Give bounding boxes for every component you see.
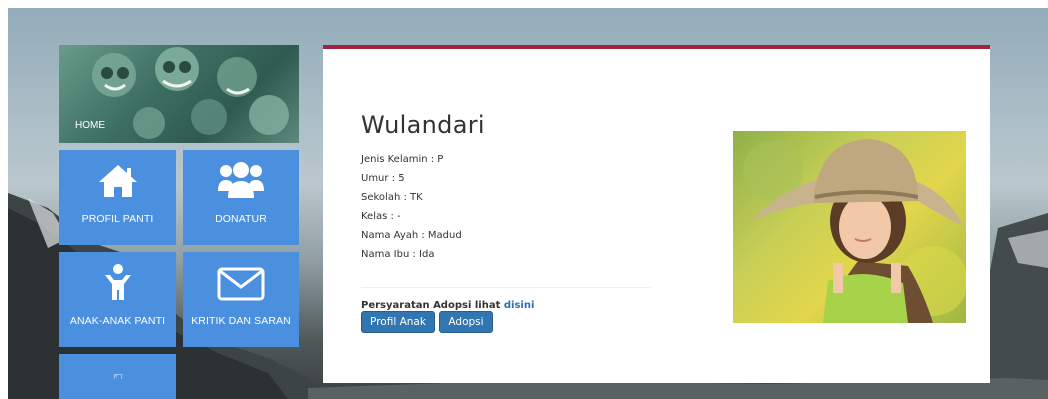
divider	[361, 287, 651, 288]
adopsi-button[interactable]: Adopsi	[439, 311, 493, 333]
adoption-requirements: Persyaratan Adopsi lihat disini	[361, 300, 534, 311]
profil-anak-button[interactable]: Profil Anak	[361, 311, 435, 333]
info-father: Nama Ayah : Madud	[361, 230, 462, 241]
nav-tile-home[interactable]: HOME	[59, 45, 299, 143]
info-mother: Nama Ibu : Ida	[361, 249, 435, 260]
requirements-text: Persyaratan Adopsi lihat	[361, 300, 501, 311]
child-icon	[104, 264, 131, 300]
child-name: Wulandari	[361, 111, 485, 139]
info-age: Umur : 5	[361, 173, 405, 184]
requirements-link[interactable]: disini	[504, 300, 535, 311]
info-class: Kelas : -	[361, 211, 401, 222]
group-icon	[218, 162, 264, 198]
nav-tile-gallery[interactable]	[59, 354, 176, 399]
nav-tile-label: KRITIK DAN SARAN	[191, 315, 291, 327]
image-icon	[113, 374, 122, 379]
info-gender: Jenis Kelamin : P	[361, 154, 444, 165]
child-profile-panel: Wulandari Jenis Kelamin : P Umur : 5 Sek…	[323, 45, 990, 383]
nav-tile-donatur[interactable]: DONATUR	[183, 150, 299, 245]
nav-tile-anak-anak-panti[interactable]: ANAK-ANAK PANTI	[59, 252, 176, 347]
child-photo	[733, 131, 966, 323]
info-school: Sekolah : TK	[361, 192, 423, 203]
nav-tile-label: PROFIL PANTI	[81, 213, 154, 225]
nav-tile-kritik-dan-saran[interactable]: KRITIK DAN SARAN	[183, 252, 299, 347]
nav-home-label: HOME	[75, 120, 105, 131]
child-info-list: Jenis Kelamin : P Umur : 5 Sekolah : TK …	[361, 150, 462, 264]
envelope-icon	[217, 267, 265, 301]
nav-tile-profil-panti[interactable]: PROFIL PANTI	[59, 150, 176, 245]
nav-tile-label: DONATUR	[215, 213, 267, 225]
home-icon	[98, 165, 137, 197]
nav-tile-label: ANAK-ANAK PANTI	[69, 315, 166, 327]
